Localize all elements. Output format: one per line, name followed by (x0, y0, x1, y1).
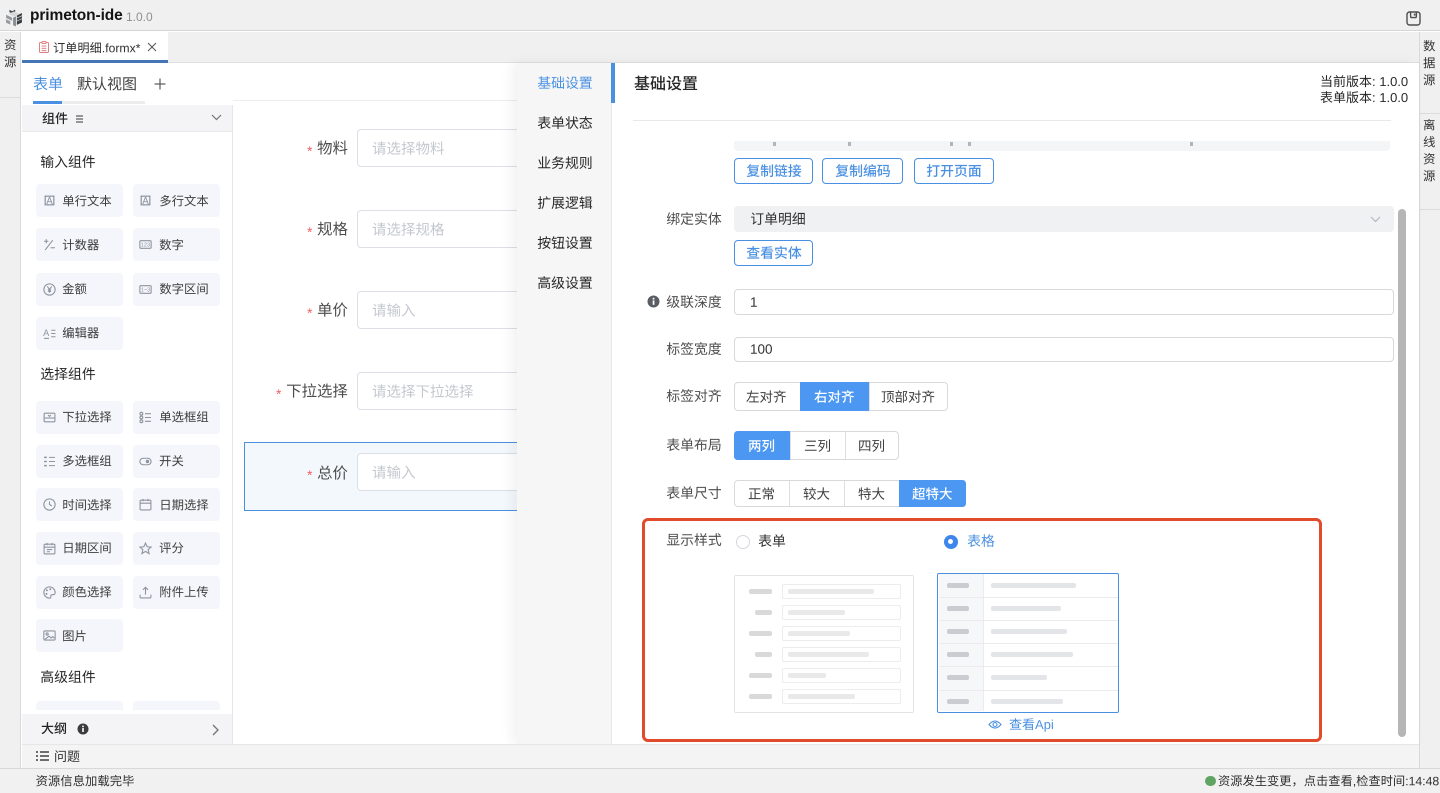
svg-text:1~3: 1~3 (141, 287, 150, 293)
svg-text:123: 123 (141, 243, 150, 249)
svg-text:A: A (43, 328, 50, 338)
